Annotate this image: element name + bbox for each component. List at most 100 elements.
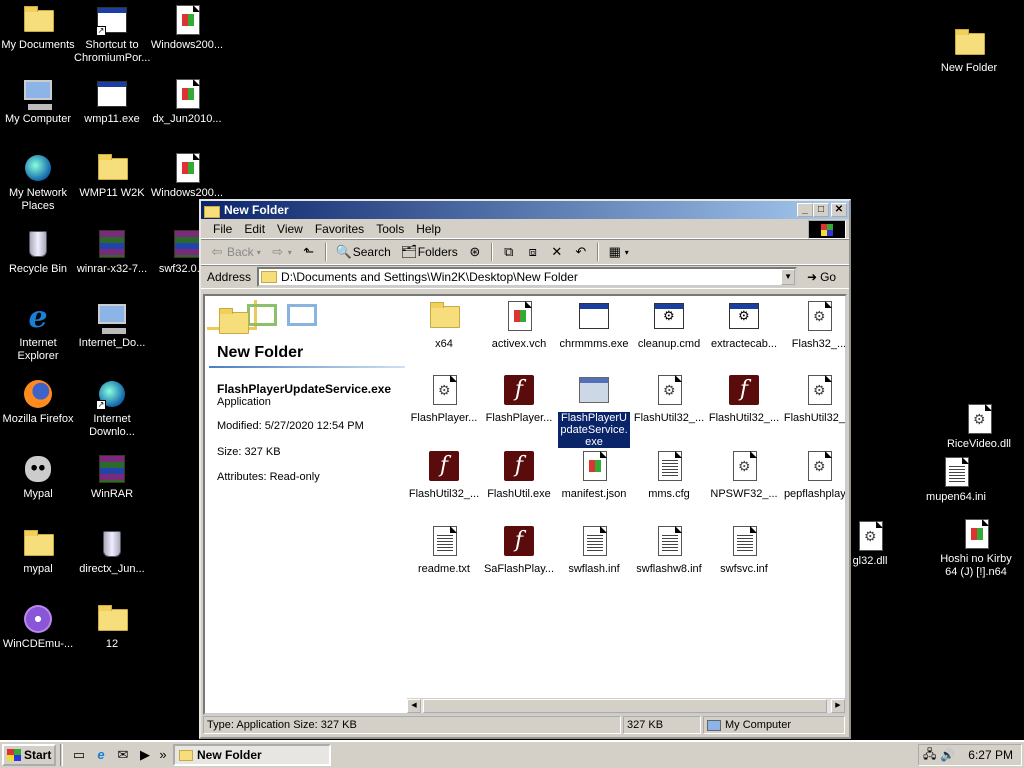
file-item[interactable]: mms.cfg xyxy=(630,450,708,500)
desktop-icon-internet-downlo[interactable]: ↗ Internet Downlo... xyxy=(74,378,150,439)
internet-explorer-icon[interactable]: e xyxy=(93,747,109,763)
desktop-icon-label: Mozilla Firefox xyxy=(2,413,74,425)
views-button[interactable]: ▦ ▾ xyxy=(605,245,632,259)
delete-button[interactable]: ✕ xyxy=(547,245,567,259)
desktop-icon-chromium-shortcut[interactable]: ↗ Shortcut to ChromiumPor... xyxy=(74,4,150,65)
desktop-icon-recycle-bin[interactable]: Recycle Bin xyxy=(0,228,76,276)
clock[interactable]: 6:27 PM xyxy=(968,748,1013,762)
file-item[interactable]: f FlashPlayer... xyxy=(480,374,558,424)
back-button[interactable]: ⇦ Back ▾ xyxy=(207,245,264,260)
move-to-button[interactable]: ⧉ xyxy=(499,245,519,259)
quick-launch-more-icon[interactable]: » xyxy=(159,747,167,763)
file-item[interactable]: ⚙ extractecab... xyxy=(705,300,783,350)
file-item[interactable]: f FlashUtil.exe xyxy=(480,450,558,500)
file-item[interactable]: ⚙ FlashUtil32_... xyxy=(780,374,845,424)
file-item[interactable]: chrmmms.exe xyxy=(555,300,633,350)
file-item[interactable]: manifest.json xyxy=(555,450,633,500)
desktop-icon-windows2000-b[interactable]: Windows200... xyxy=(149,152,225,200)
forward-button[interactable]: ⇨ ▾ xyxy=(268,245,295,259)
menu-view[interactable]: View xyxy=(271,222,309,236)
desktop-icon-wmp11[interactable]: wmp11.exe xyxy=(74,78,150,126)
search-button[interactable]: 🔍 Search xyxy=(333,245,394,260)
taskbar-button-new-folder[interactable]: New Folder xyxy=(173,744,331,766)
desktop-icon-internet-explorer[interactable]: e Internet Explorer xyxy=(0,302,76,363)
desktop-icon-new-folder[interactable]: New Folder xyxy=(931,27,1007,75)
minimize-button[interactable]: _ xyxy=(797,203,813,217)
file-item[interactable]: swflash.inf xyxy=(555,525,633,575)
scroll-thumb[interactable] xyxy=(423,699,827,713)
desktop-icon-mozilla-firefox[interactable]: Mozilla Firefox xyxy=(0,378,76,426)
file-item[interactable]: ⚙ pepflashplay... xyxy=(780,450,845,500)
desktop-icon-label: dx_Jun2010... xyxy=(152,113,222,125)
menu-tools[interactable]: Tools xyxy=(370,222,410,236)
desktop-icon-kirby-rom[interactable]: Hoshi no Kirby 64 (J) [!].n64 xyxy=(938,518,1014,579)
my-documents-icon xyxy=(22,4,54,36)
desktop-icon-dx-jun2010[interactable]: dx_Jun2010... xyxy=(149,78,225,126)
folders-button[interactable]: 🗂 Folders xyxy=(398,245,461,260)
desktop-icon-internet-do[interactable]: Internet_Do... xyxy=(74,302,150,350)
file-item[interactable]: swflashw8.inf xyxy=(630,525,708,575)
outlook-express-icon[interactable]: ✉ xyxy=(115,747,131,763)
address-value: D:\Documents and Settings\Win2K\Desktop\… xyxy=(281,270,578,284)
file-item[interactable]: activex.vch xyxy=(480,300,558,350)
show-desktop-icon[interactable]: ▭ xyxy=(71,747,87,763)
file-item[interactable]: f FlashUtil32_... xyxy=(405,450,483,500)
desktop-icon-my-computer[interactable]: My Computer xyxy=(0,78,76,126)
scroll-right-button[interactable]: ▶ xyxy=(831,699,845,713)
desktop-icon-ricevideo[interactable]: ⚙ RiceVideo.dll xyxy=(941,403,1017,451)
title-bar[interactable]: New Folder _ □ ✕ xyxy=(201,201,849,219)
quick-launch: ▭ e ✉ ▶ » xyxy=(71,747,167,763)
volume-tray-icon[interactable]: 🔊 xyxy=(940,748,955,762)
desktop-icon-my-network-places[interactable]: My Network Places xyxy=(0,152,76,213)
desktop-icon-my-documents[interactable]: My Documents xyxy=(0,4,76,52)
desktop-icon-winrar[interactable]: WinRAR xyxy=(74,453,150,501)
go-button[interactable]: ➜ Go xyxy=(807,270,836,284)
undo-button[interactable]: ↶ xyxy=(571,245,591,259)
menu-favorites[interactable]: Favorites xyxy=(309,222,370,236)
file-item[interactable]: ⚙ cleanup.cmd xyxy=(630,300,708,350)
desktop-icon-winrar-installer[interactable]: winrar-x32-7... xyxy=(74,228,150,276)
bin-file-icon xyxy=(96,528,128,560)
close-button[interactable]: ✕ xyxy=(831,203,847,217)
menu-help[interactable]: Help xyxy=(410,222,447,236)
desktop-icon-wincdemu[interactable]: WinCDEmu-... xyxy=(0,603,76,651)
file-item[interactable]: ⚙ NPSWF32_... xyxy=(705,450,783,500)
copy-to-button[interactable]: ⧈ xyxy=(523,245,543,259)
scroll-left-button[interactable]: ◀ xyxy=(407,699,421,713)
file-item[interactable]: swfsvc.inf xyxy=(705,525,783,575)
menu-file[interactable]: File xyxy=(207,222,238,236)
desktop-icon-wmp11-w2k[interactable]: WMP11 W2K xyxy=(74,152,150,200)
file-item[interactable]: f SaFlashPlay... xyxy=(480,525,558,575)
app-window-icon xyxy=(578,374,610,406)
up-folder-button[interactable]: ⬑ xyxy=(299,245,319,259)
desktop-icon-directx[interactable]: directx_Jun... xyxy=(74,528,150,576)
file-item[interactable]: ⚙ Flash32_... xyxy=(780,300,845,350)
media-player-icon[interactable]: ▶ xyxy=(137,747,153,763)
desktop-icon-mypal[interactable]: Mypal xyxy=(0,453,76,501)
file-item[interactable]: ⚙ FlashPlayer... xyxy=(405,374,483,424)
desktop-icon-folder-12[interactable]: 12 xyxy=(74,603,150,651)
file-item-selected[interactable]: FlashPlayerUpdateService.exe xyxy=(555,374,633,448)
folder-icon xyxy=(953,27,985,59)
desktop-icon-mupen64-ini[interactable]: mupen64.ini xyxy=(918,456,994,504)
address-dropdown-button[interactable]: ▼ xyxy=(781,269,796,285)
toolbar-separator xyxy=(490,243,493,261)
address-bar: Address D:\Documents and Settings\Win2K\… xyxy=(201,265,849,289)
dll-file-icon: ⚙ xyxy=(653,374,685,406)
address-input[interactable]: D:\Documents and Settings\Win2K\Desktop\… xyxy=(257,267,798,287)
up-folder-icon: ⬑ xyxy=(303,244,315,259)
history-button[interactable]: ⊛ xyxy=(465,245,485,259)
horizontal-scrollbar[interactable]: ◀ ▶ xyxy=(407,698,845,713)
maximize-button[interactable]: □ xyxy=(813,203,829,217)
file-item[interactable]: f FlashUtil32_... xyxy=(705,374,783,424)
menu-edit[interactable]: Edit xyxy=(238,222,271,236)
file-item[interactable]: readme.txt xyxy=(405,525,483,575)
start-button[interactable]: Start xyxy=(2,744,56,766)
desktop-icon-windows2000-a[interactable]: Windows200... xyxy=(149,4,225,52)
desktop-icon-label: My Documents xyxy=(1,39,75,51)
network-tray-icon[interactable]: 🖧 xyxy=(923,745,936,766)
desktop-icon-mypal-folder[interactable]: mypal xyxy=(0,528,76,576)
folder-icon xyxy=(96,152,128,184)
file-item[interactable]: x64 xyxy=(405,300,483,350)
file-item[interactable]: ⚙ FlashUtil32_... xyxy=(630,374,708,424)
